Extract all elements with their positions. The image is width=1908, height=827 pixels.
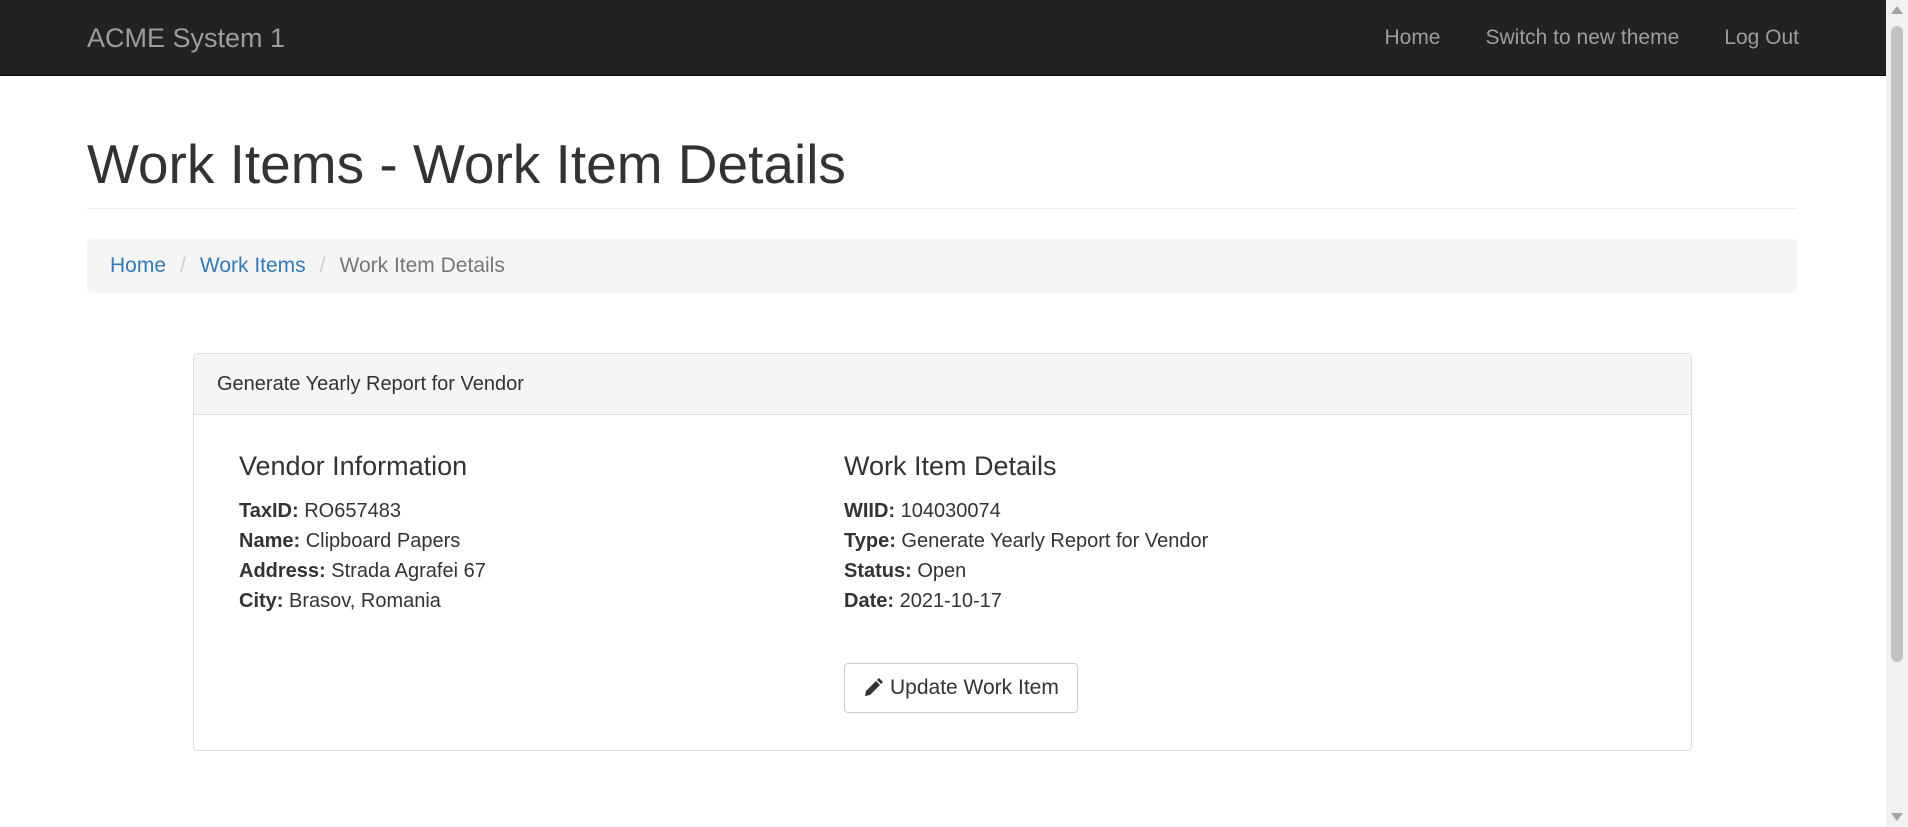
top-navbar: ACME System 1 Home Switch to new theme L… <box>0 0 1886 76</box>
name-label: Name: <box>239 530 301 552</box>
name-value: Clipboard Papers <box>305 530 461 552</box>
breadcrumb-home-link[interactable]: Home <box>110 254 166 278</box>
status-value: Open <box>917 560 967 582</box>
panel-heading: Generate Yearly Report for Vendor <box>194 354 1691 415</box>
vendor-address-row: Address: Strada Agrafei 67 <box>239 556 486 586</box>
vendor-information-section: Vendor Information TaxID: RO657483 Name:… <box>239 450 486 616</box>
vertical-scrollbar[interactable] <box>1886 0 1908 827</box>
status-row: Status: Open <box>844 556 1208 586</box>
taxid-label: TaxID: <box>239 500 299 522</box>
breadcrumb-separator: / <box>319 254 326 277</box>
nav-logout-link[interactable]: Log Out <box>1724 26 1799 50</box>
nav-home-link[interactable]: Home <box>1384 26 1440 50</box>
date-value: 2021-10-17 <box>899 590 1002 612</box>
taxid-value: RO657483 <box>304 500 401 522</box>
date-label: Date: <box>844 590 895 612</box>
update-work-item-label: Update Work Item <box>890 676 1059 699</box>
city-label: City: <box>239 590 284 612</box>
brand-link[interactable]: ACME System 1 <box>87 22 285 54</box>
vendor-information-title: Vendor Information <box>239 451 468 481</box>
pencil-icon <box>865 678 883 696</box>
breadcrumb: Home / Work Items / Work Item Details <box>87 239 1797 293</box>
work-item-details-section: Work Item Details WIID: 104030074 Type: … <box>844 450 1208 616</box>
nav-switch-theme-link[interactable]: Switch to new theme <box>1486 26 1680 50</box>
vendor-city-row: City: Brasov, Romania <box>239 586 486 616</box>
scroll-up-arrow-icon[interactable] <box>1891 6 1903 14</box>
status-label: Status: <box>844 560 912 582</box>
wiid-value: 104030074 <box>900 500 1001 522</box>
breadcrumb-separator: / <box>180 254 186 277</box>
breadcrumb-work-items-link[interactable]: Work Items <box>200 254 306 278</box>
nav-links: Home Switch to new theme Log Out <box>1339 0 1799 76</box>
scroll-down-arrow-icon[interactable] <box>1891 813 1903 821</box>
vendor-taxid-row: TaxID: RO657483 <box>239 496 486 526</box>
breadcrumb-current: Work Item Details <box>339 254 505 277</box>
page-title: Work Items - Work Item Details <box>87 133 846 195</box>
scrollbar-thumb[interactable] <box>1891 26 1903 662</box>
vendor-name-row: Name: Clipboard Papers <box>239 526 486 556</box>
type-row: Type: Generate Yearly Report for Vendor <box>844 526 1208 556</box>
work-item-details-title: Work Item Details <box>844 451 1057 481</box>
address-value: Strada Agrafei 67 <box>331 560 486 582</box>
date-row: Date: 2021-10-17 <box>844 586 1208 616</box>
address-label: Address: <box>239 560 326 582</box>
wiid-label: WIID: <box>844 500 896 522</box>
work-item-panel: Generate Yearly Report for Vendor Vendor… <box>193 353 1692 751</box>
title-divider <box>87 208 1797 209</box>
type-label: Type: <box>844 530 896 552</box>
city-value: Brasov, Romania <box>289 590 441 612</box>
update-work-item-button[interactable]: Update Work Item <box>844 663 1078 713</box>
type-value: Generate Yearly Report for Vendor <box>901 530 1209 552</box>
wiid-row: WIID: 104030074 <box>844 496 1208 526</box>
